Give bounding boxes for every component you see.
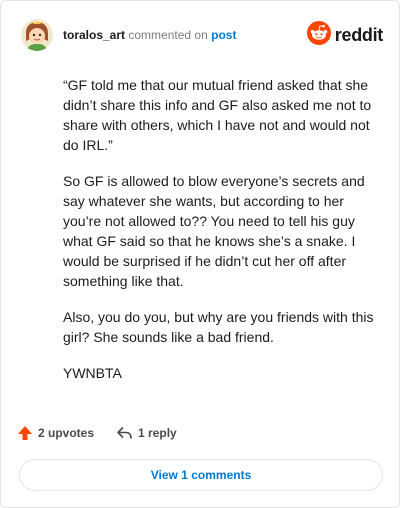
reddit-brand[interactable]: reddit — [306, 20, 384, 50]
user-avatar[interactable] — [21, 19, 53, 51]
commented-on-text: commented on — [128, 28, 208, 42]
comment-paragraph-4: YWNBTA — [63, 365, 122, 381]
comment-actions: 2 upvotes 1 reply — [17, 425, 177, 441]
reddit-wordmark: reddit — [334, 24, 384, 45]
reply-button[interactable]: 1 reply — [116, 425, 177, 441]
comment-body: “GF told me that our mutual friend asked… — [63, 75, 379, 399]
comment-header: toralos_art commented on post reddit — [21, 17, 383, 53]
comment-meta: toralos_art commented on post — [63, 27, 236, 43]
reddit-snoo-icon — [306, 20, 331, 50]
comment-card: toralos_art commented on post reddit “GF… — [0, 0, 400, 508]
reply-arrow-icon — [116, 425, 133, 441]
upvote-button[interactable]: 2 upvotes — [17, 425, 94, 441]
reply-count: 1 reply — [138, 426, 177, 440]
upvote-count: 2 upvotes — [38, 426, 95, 440]
comment-paragraph-1: “GF told me that our mutual friend asked… — [63, 77, 372, 153]
comment-paragraph-2: So GF is allowed to blow everyone’s secr… — [63, 173, 365, 289]
upvote-arrow-icon — [17, 425, 33, 441]
comment-paragraph-3: Also, you do you, but why are you friend… — [63, 309, 374, 345]
post-link[interactable]: post — [211, 28, 236, 42]
view-comments-button[interactable]: View 1 comments — [19, 459, 383, 491]
author-username[interactable]: toralos_art — [63, 28, 125, 42]
